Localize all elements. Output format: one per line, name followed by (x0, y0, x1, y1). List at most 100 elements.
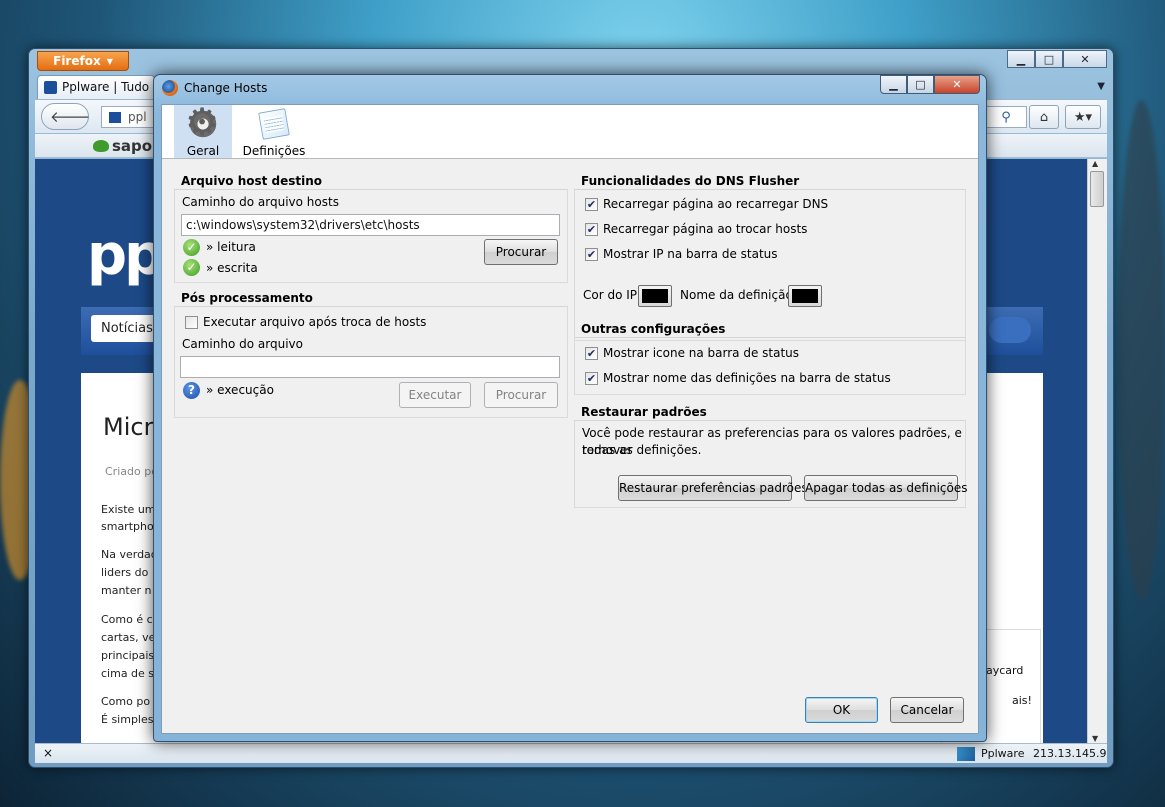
tab-list-icon[interactable]: ▼ (1097, 81, 1105, 92)
scroll-up-icon[interactable]: ▲ (1092, 159, 1098, 168)
pplware-favicon-icon (44, 81, 57, 94)
show-icon-statusbar-checkbox[interactable]: ✔ (585, 347, 598, 360)
read-status-label: » leitura (206, 240, 256, 254)
sidebar-text: ais! (1012, 694, 1032, 707)
firefox-window-controls: ▁ □ ✕ (1007, 50, 1107, 68)
dialog-title: Change Hosts (184, 81, 268, 95)
write-status-label: » escrita (206, 261, 258, 275)
dialog-titlebar: Change Hosts (162, 80, 267, 96)
other-group-title: Outras configurações (581, 322, 726, 336)
firefox-menu-button[interactable]: Firefox ▼ (37, 51, 129, 71)
status-ip: 213.13.145.9 (1033, 747, 1107, 760)
reload-on-hosts-checkbox[interactable]: ✔ (585, 223, 598, 236)
article-line: cima de s (101, 667, 155, 680)
url-bar[interactable]: ppl (101, 106, 161, 128)
minimize-icon[interactable]: ▁ (880, 75, 907, 94)
scrollbar-thumb[interactable] (1090, 171, 1104, 207)
browser-tab[interactable]: Pplware | Tudo so (37, 75, 155, 99)
definition-color-swatch (792, 289, 818, 303)
show-icon-statusbar-label: Mostrar icone na barra de status (603, 346, 800, 360)
reload-on-dns-checkbox[interactable]: ✔ (585, 198, 598, 211)
file-path-label: Caminho do arquivo (182, 337, 303, 351)
minimize-icon[interactable]: ▁ (1007, 50, 1035, 68)
delete-definitions-button[interactable]: Apagar todas as definições (804, 475, 967, 501)
definition-color-picker[interactable] (788, 285, 822, 307)
home-icon[interactable]: ⌂ (1029, 105, 1059, 129)
bookmarks-icon[interactable]: ★▾ (1065, 105, 1101, 129)
firefox-menu-label: Firefox (53, 54, 101, 68)
back-forward-buttons[interactable]: 🡐 🡒 (41, 103, 140, 130)
dialog-body: Geral Definições Arquivo host destino Ca… (161, 100, 979, 734)
article-line: manter n (101, 584, 152, 597)
change-hosts-dialog: Change Hosts ▁ □ ✕ Geral Definições Arqu… (153, 74, 987, 742)
change-hosts-status-icon[interactable] (957, 747, 975, 761)
browser-tab-title: Pplware | Tudo so (62, 80, 154, 94)
run-button[interactable]: Executar (399, 382, 471, 408)
dns-flusher-group (574, 189, 966, 341)
exec-status-label: » execução (206, 383, 274, 397)
file-path-input[interactable] (180, 356, 560, 378)
gear-icon (185, 100, 219, 144)
definition-color-label: Nome da definição (680, 288, 793, 302)
article-line: smartpho (101, 520, 154, 533)
article-line: liders do (101, 566, 149, 579)
back-arrow-icon[interactable]: 🡐 (50, 107, 90, 126)
article-line: principais (101, 649, 155, 662)
scroll-down-icon[interactable]: ▼ (1092, 734, 1098, 743)
preferences-tabs: Geral Definições (162, 100, 978, 159)
site-identity-icon (108, 111, 122, 124)
browse-file-button[interactable]: Procurar (484, 382, 558, 408)
close-icon[interactable]: ✕ (934, 75, 980, 94)
site-search-button[interactable] (989, 317, 1031, 343)
article-line: Como é c (101, 613, 153, 626)
hosts-path-input[interactable]: c:\windows\system32\drivers\etc\hosts (181, 214, 560, 236)
checkmark-ok-icon: ✓ (183, 239, 200, 256)
show-ip-statusbar-label: Mostrar IP na barra de status (603, 247, 778, 261)
notepad-icon (258, 108, 290, 140)
ip-color-swatch (642, 289, 668, 303)
article-line: É simples (101, 713, 154, 726)
tab-geral[interactable]: Geral (174, 100, 232, 158)
dns-group-title: Funcionalidades do DNS Flusher (581, 174, 800, 188)
article-line: Como po (101, 695, 151, 708)
restore-group-title: Restaurar padrões (581, 405, 707, 419)
ip-color-picker[interactable] (638, 285, 672, 307)
url-text: ppl (128, 110, 147, 124)
firefox-icon (162, 80, 178, 96)
chevron-down-icon: ▼ (106, 56, 113, 66)
pplware-logo: pp (87, 223, 164, 288)
dialog-window-controls: ▁ □ ✕ (880, 75, 980, 94)
page-scrollbar[interactable]: ▲ ▼ (1087, 159, 1107, 743)
cancel-button[interactable]: Cancelar (890, 697, 964, 723)
tab-label: Definições (242, 144, 306, 158)
tab-definicoes[interactable]: Definições (238, 105, 310, 158)
show-names-statusbar-checkbox[interactable]: ✔ (585, 372, 598, 385)
help-question-icon: ? (183, 382, 200, 399)
close-icon[interactable]: × (43, 746, 53, 760)
post-group-title: Pós processamento (181, 291, 313, 305)
maximize-icon[interactable]: □ (1035, 50, 1063, 68)
article-line: Na verdad (101, 548, 158, 561)
hosts-path-label: Caminho do arquivo hosts (182, 195, 339, 209)
show-ip-statusbar-checkbox[interactable]: ✔ (585, 248, 598, 261)
ip-color-label: Cor do IP (583, 288, 638, 302)
article-line: cartas, ve (101, 631, 156, 644)
run-after-switch-checkbox[interactable] (185, 316, 198, 329)
search-icon[interactable]: ⚲ (985, 106, 1027, 128)
checkmark-ok-icon: ✓ (183, 259, 200, 276)
sapo-bookmark[interactable]: sapo (93, 137, 152, 155)
close-icon[interactable]: ✕ (1063, 50, 1107, 68)
reload-on-hosts-label: Recarregar página ao trocar hosts (603, 222, 808, 236)
hosts-group-title: Arquivo host destino (181, 174, 323, 188)
ok-button[interactable]: OK (805, 697, 878, 723)
reload-on-dns-label: Recarregar página ao recarregar DNS (603, 197, 829, 211)
sapo-frog-icon (93, 140, 109, 152)
browse-hosts-button[interactable]: Procurar (484, 239, 558, 265)
restore-description-line: todas as definições. (582, 443, 702, 457)
status-bar: × Pplware 213.13.145.9 (35, 743, 1107, 763)
show-names-statusbar-label: Mostrar nome das definições na barra de … (603, 371, 891, 385)
restore-defaults-button[interactable]: Restaurar preferências padrões (618, 475, 808, 501)
article-meta: Criado po (105, 465, 158, 478)
maximize-icon[interactable]: □ (907, 75, 934, 94)
sapo-label: sapo (112, 137, 153, 155)
